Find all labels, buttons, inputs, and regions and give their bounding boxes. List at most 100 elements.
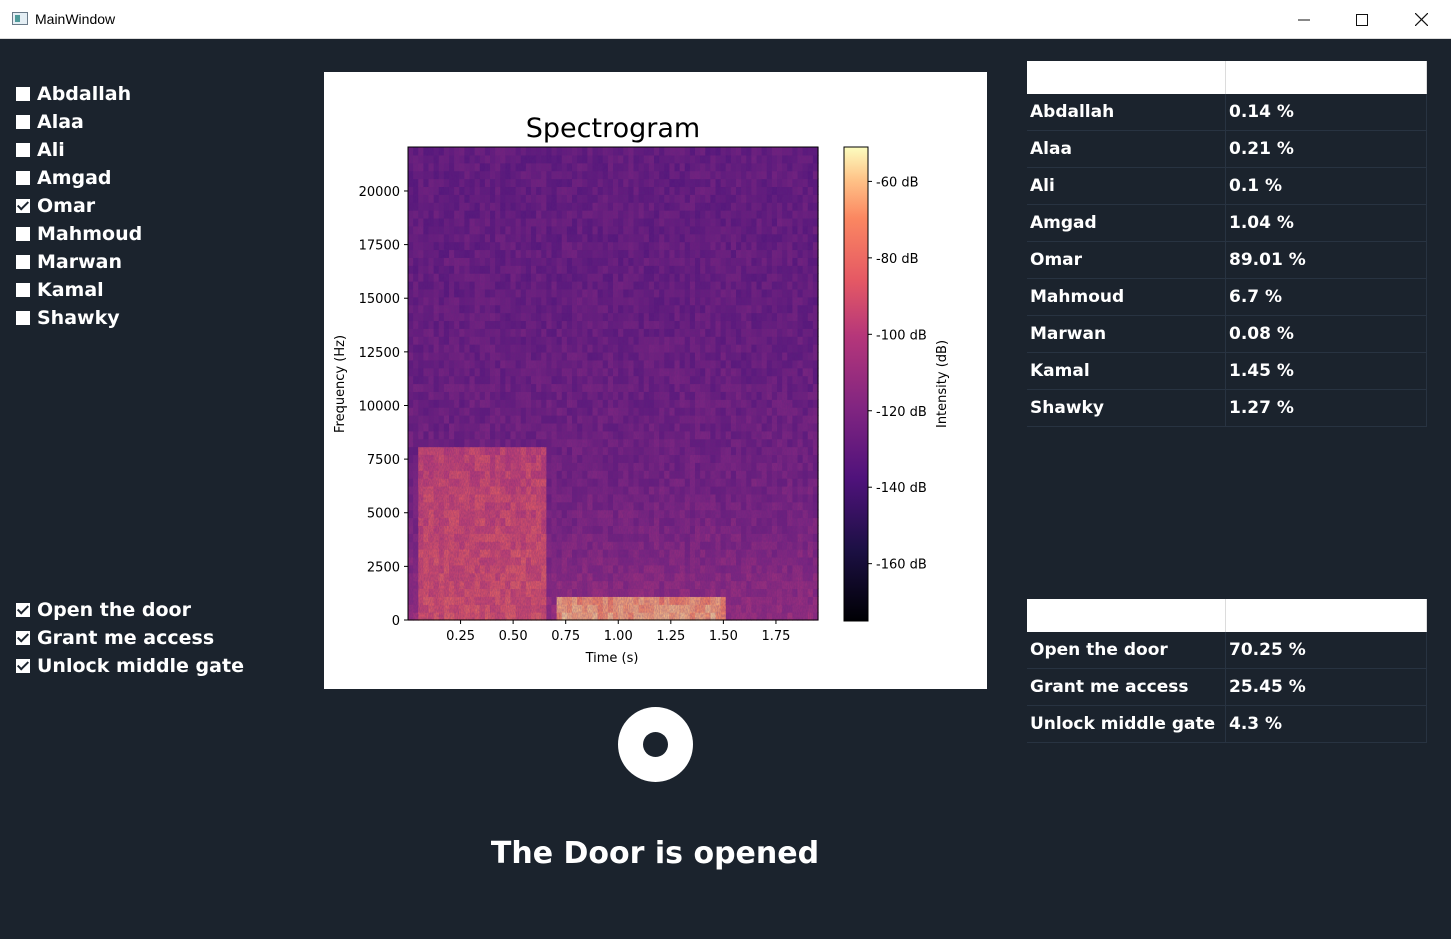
checkbox-label: Shawky — [37, 307, 120, 329]
checkbox-ali[interactable]: Ali — [16, 136, 142, 164]
checkbox-checked-icon[interactable] — [16, 199, 30, 213]
sentence-checklist: Open the door Grant me access Unlock middl… — [16, 596, 244, 680]
checkbox-unchecked-icon[interactable] — [16, 171, 30, 185]
checkbox-unchecked-icon[interactable] — [16, 255, 30, 269]
x-tick-label: 1.25 — [656, 629, 685, 644]
table-row[interactable]: Kamal 1.45 % — [1027, 353, 1427, 390]
label-cell: Shawky — [1027, 390, 1226, 426]
table-row[interactable]: Shawky 1.27 % — [1027, 390, 1427, 427]
colorbar-tick-label: -160 dB — [876, 558, 927, 573]
checkbox-grant-me-access[interactable]: Grant me access — [16, 624, 244, 652]
colorbar-tick-label: -140 dB — [876, 481, 927, 496]
checkbox-unchecked-icon[interactable] — [16, 87, 30, 101]
table-header — [1027, 599, 1427, 632]
checkbox-label: Kamal — [37, 279, 104, 301]
checkbox-unchecked-icon[interactable] — [16, 143, 30, 157]
spectrogram-heatmap — [408, 147, 819, 621]
maximize-icon — [1356, 13, 1368, 26]
record-button[interactable] — [618, 707, 693, 782]
table-header — [1027, 61, 1427, 94]
y-tick-label: 7500 — [367, 453, 400, 468]
label-cell: Unlock middle gate — [1027, 706, 1226, 742]
colorbar-tick-label: -100 dB — [876, 328, 927, 343]
close-button[interactable] — [1392, 0, 1450, 39]
percentage-cell: 1.27 % — [1226, 390, 1427, 426]
window-title: MainWindow — [35, 11, 116, 27]
label-cell: Omar — [1027, 242, 1226, 278]
table-row[interactable]: Omar 89.01 % — [1027, 242, 1427, 279]
table-row[interactable]: Mahmoud 6.7 % — [1027, 279, 1427, 316]
header-cell[interactable] — [1027, 61, 1226, 94]
status-text: The Door is opened — [490, 836, 820, 871]
percentage-cell: 89.01 % — [1226, 242, 1427, 278]
table-row[interactable]: Marwan 0.08 % — [1027, 316, 1427, 353]
checkbox-unchecked-icon[interactable] — [16, 311, 30, 325]
checkbox-unchecked-icon[interactable] — [16, 227, 30, 241]
label-cell: Amgad — [1027, 205, 1226, 241]
label-cell: Ali — [1027, 168, 1226, 204]
checkbox-open-the-door[interactable]: Open the door — [16, 596, 244, 624]
maximize-button[interactable] — [1333, 0, 1391, 39]
checkbox-checked-icon[interactable] — [16, 659, 30, 673]
x-tick-label: 1.00 — [604, 629, 633, 644]
table-row[interactable]: Abdallah 0.14 % — [1027, 94, 1427, 131]
colorbar-ticks: -60 dB-80 dB-100 dB-120 dB-140 dB-160 dB — [868, 175, 927, 573]
checkbox-checked-icon[interactable] — [16, 603, 30, 617]
checkbox-marwan[interactable]: Marwan — [16, 248, 142, 276]
sentence-probability-table: Open the door 70.25 % Grant me access 25.45… — [1027, 599, 1427, 743]
heatmap-texture — [408, 147, 818, 620]
label-cell: Kamal — [1027, 353, 1226, 389]
speaker-probability-table: Abdallah 0.14 % Alaa 0.21 % Ali 0.1 % Amgad 1.0… — [1027, 61, 1427, 427]
checkbox-unchecked-icon[interactable] — [16, 115, 30, 129]
checkbox-omar[interactable]: Omar — [16, 192, 142, 220]
x-tick-label: 0.25 — [446, 629, 475, 644]
percentage-cell: 4.3 % — [1226, 706, 1427, 742]
checkbox-label: Unlock middle gate — [37, 655, 244, 677]
label-cell: Mahmoud — [1027, 279, 1226, 315]
checkbox-unchecked-icon[interactable] — [16, 283, 30, 297]
label-cell: Alaa — [1027, 131, 1226, 167]
checkbox-checked-icon[interactable] — [16, 631, 30, 645]
percentage-cell: 70.25 % — [1226, 632, 1427, 668]
header-cell[interactable] — [1027, 599, 1226, 632]
checkbox-label: Amgad — [37, 167, 112, 189]
checkbox-mahmoud[interactable]: Mahmoud — [16, 220, 142, 248]
label-cell: Marwan — [1027, 316, 1226, 352]
header-cell[interactable] — [1226, 61, 1427, 94]
x-tick-label: 0.75 — [551, 629, 580, 644]
y-tick-label: 5000 — [367, 507, 400, 522]
checkbox-unlock-middle-gate[interactable]: Unlock middle gate — [16, 652, 244, 680]
table-row[interactable]: Amgad 1.04 % — [1027, 205, 1427, 242]
header-cell[interactable] — [1226, 599, 1427, 632]
checkbox-shawky[interactable]: Shawky — [16, 304, 142, 332]
table-row[interactable]: Alaa 0.21 % — [1027, 131, 1427, 168]
spectrogram-chart: Spectrogram 0.25 0.50 0.75 1.00 1.25 1.50 1.75… — [333, 113, 950, 666]
y-tick-label: 15000 — [359, 292, 400, 307]
title-bar: MainWindow — [0, 0, 1451, 39]
y-tick-label: 20000 — [359, 185, 400, 200]
label-cell: Open the door — [1027, 632, 1226, 668]
speaker-checklist: Abdallah Alaa Ali Amgad Omar Mahmoud Marwan Kam… — [16, 80, 142, 332]
checkbox-alaa[interactable]: Alaa — [16, 108, 142, 136]
table-row[interactable]: Ali 0.1 % — [1027, 168, 1427, 205]
checkbox-abdallah[interactable]: Abdallah — [16, 80, 142, 108]
table-row[interactable]: Grant me access 25.45 % — [1027, 669, 1427, 706]
table-row[interactable]: Open the door 70.25 % — [1027, 632, 1427, 669]
checkbox-label: Ali — [37, 139, 65, 161]
y-axis-label: Frequency (Hz) — [333, 335, 348, 433]
label-cell: Grant me access — [1027, 669, 1226, 705]
checkbox-label: Abdallah — [37, 83, 132, 105]
minimize-icon — [1298, 19, 1310, 20]
y-tick-label: 17500 — [359, 239, 400, 254]
checkbox-kamal[interactable]: Kamal — [16, 276, 142, 304]
checkbox-amgad[interactable]: Amgad — [16, 164, 142, 192]
colorbar-tick-label: -120 dB — [876, 405, 927, 420]
minimize-button[interactable] — [1275, 0, 1333, 39]
table-row[interactable]: Unlock middle gate 4.3 % — [1027, 706, 1427, 743]
x-tick-label: 1.50 — [709, 629, 738, 644]
percentage-cell: 25.45 % — [1226, 669, 1427, 705]
y-tick-label: 2500 — [367, 560, 400, 575]
y-tick-label: 12500 — [359, 346, 400, 361]
app-icon — [12, 12, 28, 25]
label-cell: Abdallah — [1027, 94, 1226, 130]
